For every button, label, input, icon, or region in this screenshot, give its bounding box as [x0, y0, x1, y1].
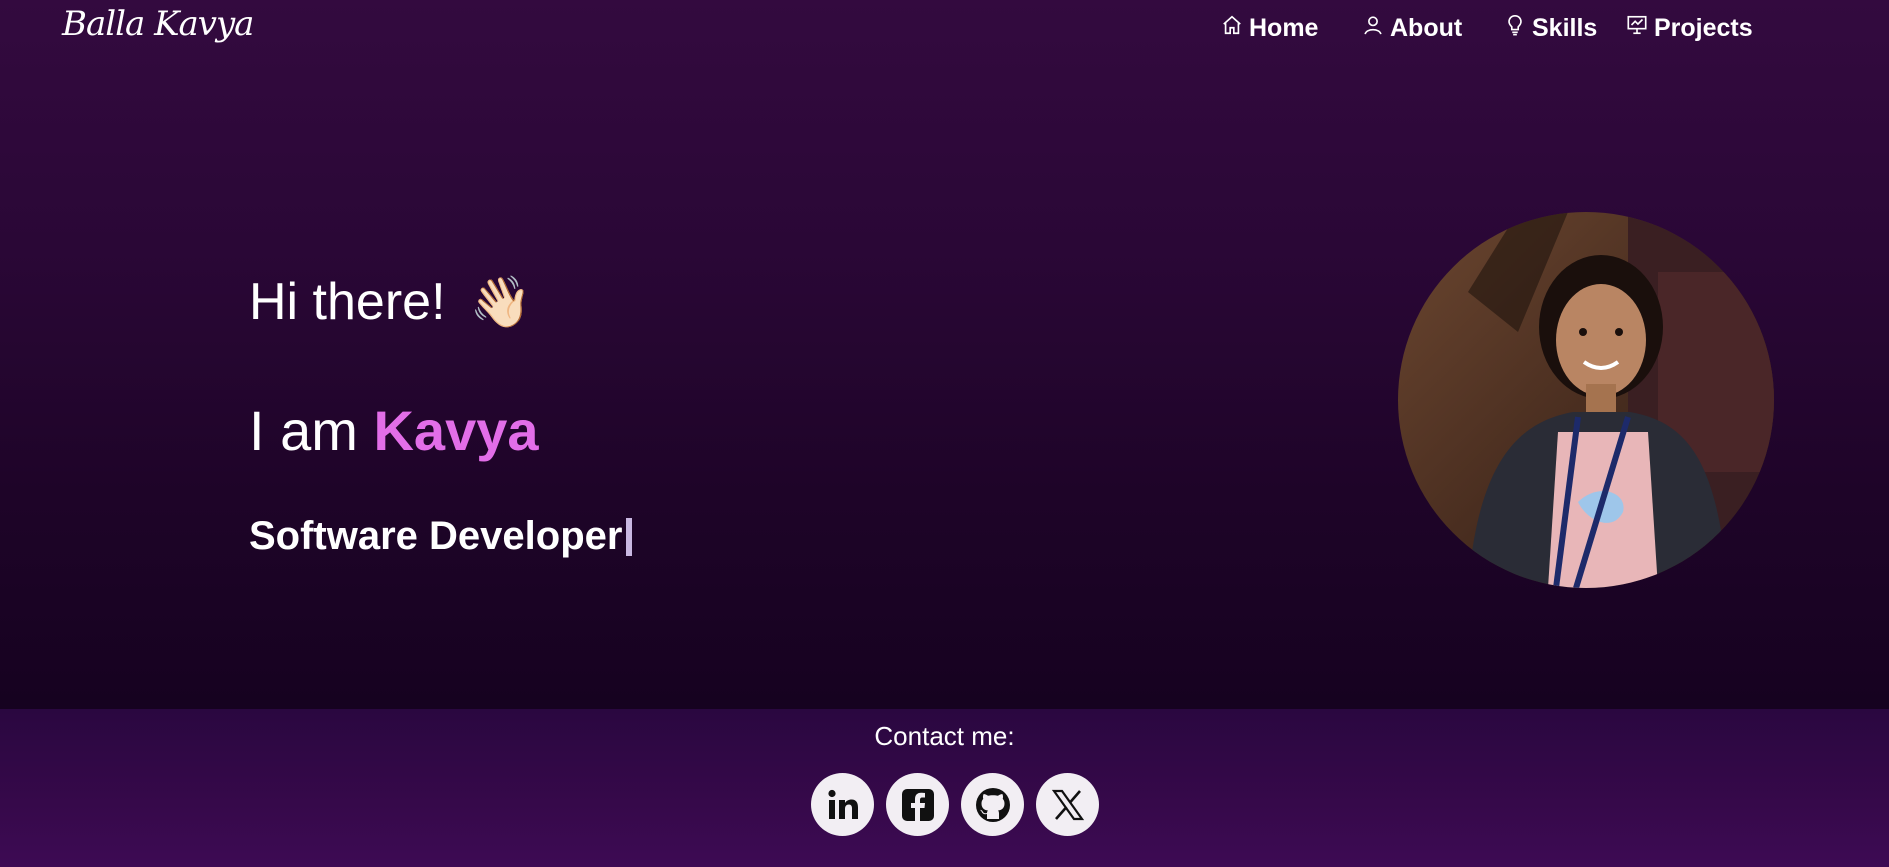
- contact-footer: Contact me:: [0, 709, 1889, 867]
- intro-prefix: I am: [249, 399, 358, 462]
- role-text: Software Developer: [249, 514, 623, 558]
- role-typewriter: Software Developer: [249, 514, 633, 559]
- greeting-line: Hi there! 👋🏻: [249, 272, 532, 332]
- presentation-icon: [1627, 15, 1647, 34]
- typing-cursor: [626, 517, 633, 556]
- navbar: Balla Kavya Home About Skills Projects: [0, 0, 1889, 60]
- contact-label: Contact me:: [874, 721, 1015, 751]
- nav-label-home: Home: [1249, 14, 1319, 42]
- nav-label-about: About: [1390, 14, 1463, 42]
- nav-label-skills: Skills: [1532, 14, 1598, 42]
- x-link[interactable]: [1036, 773, 1099, 836]
- greeting-text: Hi there!: [249, 273, 446, 331]
- social-links: [811, 773, 1099, 836]
- logo[interactable]: Balla Kavya: [62, 4, 254, 44]
- linkedin-link[interactable]: [811, 773, 874, 836]
- x-icon: [1051, 789, 1084, 820]
- user-icon: [1364, 15, 1382, 34]
- nav-item-about[interactable]: About: [1362, 14, 1462, 43]
- github-icon: [975, 787, 1010, 822]
- github-link[interactable]: [961, 773, 1024, 836]
- lightbulb-icon: [1508, 14, 1522, 35]
- facebook-link[interactable]: [886, 773, 949, 836]
- nav-item-home[interactable]: Home: [1221, 14, 1318, 43]
- linkedin-icon: [827, 789, 858, 819]
- nav-label-projects: Projects: [1654, 14, 1753, 42]
- profile-photo: [1398, 212, 1774, 588]
- nav-item-skills[interactable]: Skills: [1504, 14, 1597, 43]
- intro-line: I am Kavya: [249, 398, 539, 463]
- name-highlight: Kavya: [373, 399, 539, 462]
- facebook-icon: [901, 788, 934, 821]
- nav-item-projects[interactable]: Projects: [1626, 14, 1753, 43]
- home-icon: [1223, 15, 1241, 34]
- waving-hand-icon: 👋🏻: [469, 274, 532, 330]
- hero-section: Balla Kavya Home About Skills Projects H…: [0, 0, 1889, 709]
